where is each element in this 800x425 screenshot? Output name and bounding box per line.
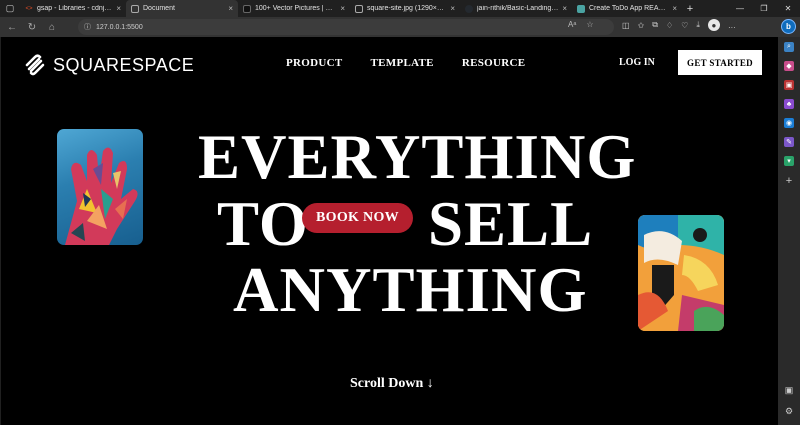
main-nav: PRODUCT TEMPLATE RESOURCE	[286, 57, 525, 69]
close-tab-icon[interactable]: ×	[340, 4, 345, 13]
browser-tab-bar: ▢ <> gsap - Libraries - cdnjs - The × Do…	[0, 0, 800, 17]
nav-resource[interactable]: RESOURCE	[462, 57, 526, 69]
designer-icon[interactable]: ▾	[784, 156, 794, 166]
url-text: 127.0.0.1:5500	[96, 23, 143, 31]
extensions-icon[interactable]: ♢	[666, 21, 673, 30]
login-link[interactable]: LOG IN	[619, 57, 655, 68]
page-icon	[131, 4, 139, 13]
address-field[interactable]: ⓘ 127.0.0.1:5500	[78, 19, 614, 35]
favorite-star-icon[interactable]: ☆	[586, 20, 593, 29]
abstract-art-image	[638, 215, 724, 331]
window-controls: — ❐ ✕	[728, 0, 800, 17]
code-icon: <>	[25, 5, 33, 12]
search-sidebar-icon[interactable]: ⌕	[784, 42, 794, 52]
browser-tab[interactable]: jain-rithik/Basic-Landing-Pa ×	[460, 0, 572, 17]
logo-text: SQUARESPACE	[53, 54, 195, 75]
browser-tab[interactable]: Create ToDo App README ×	[572, 0, 682, 17]
tab-title: Document	[143, 5, 175, 12]
browser-essentials-icon[interactable]: ♡	[681, 21, 688, 30]
download-icon[interactable]: ⤓	[696, 20, 700, 30]
tab-title: square-site.jpg (1290×700)	[367, 5, 447, 12]
tools-icon[interactable]: ▣	[784, 80, 794, 90]
info-icon[interactable]: ⓘ	[84, 22, 91, 32]
back-icon[interactable]: ←	[2, 17, 22, 37]
home-icon[interactable]: ⌂	[42, 17, 62, 37]
site-logo[interactable]: SQUARESPACE	[23, 53, 194, 77]
address-tools: Aᵃ ☆	[568, 20, 593, 29]
squarespace-logo-icon	[25, 54, 45, 76]
browser-tab[interactable]: <> gsap - Libraries - cdnjs - The ×	[20, 0, 126, 17]
hero-line-2-end: SELL	[428, 189, 594, 259]
readme-icon	[577, 4, 585, 13]
games-icon[interactable]: ♣	[784, 99, 794, 109]
office-icon[interactable]: ◉	[784, 118, 794, 128]
close-tab-icon[interactable]: ×	[116, 4, 121, 13]
tab-title: jain-rithik/Basic-Landing-Pa	[477, 5, 559, 12]
get-started-button[interactable]: GET STARTED	[678, 50, 762, 75]
favorites-icon[interactable]: ✩	[638, 21, 645, 30]
address-bar-row: ← ↻ ⌂ ⓘ 127.0.0.1:5500 Aᵃ ☆ ◫ ✩ ⧉ ♢ ♡ ⤓ …	[0, 17, 800, 37]
tab-title: Create ToDo App README	[589, 5, 669, 12]
github-icon	[465, 4, 473, 13]
shopping-icon[interactable]: ◆	[784, 61, 794, 71]
hero-line-1: EVERYTHING	[198, 122, 637, 192]
new-tab-button[interactable]: +	[682, 3, 698, 15]
close-tab-icon[interactable]: ×	[228, 4, 233, 13]
browser-tab[interactable]: square-site.jpg (1290×700) ×	[350, 0, 460, 17]
tab-actions-icon[interactable]: ▢	[0, 0, 20, 17]
scroll-down-link[interactable]: Scroll Down ↓	[350, 376, 434, 392]
book-now-button[interactable]: BOOK NOW	[302, 203, 413, 233]
hide-sidebar-icon[interactable]: ▣	[785, 385, 794, 396]
drop-icon[interactable]: ✎	[784, 137, 794, 147]
restore-icon[interactable]: ❐	[752, 0, 776, 17]
painted-hand-image	[57, 129, 143, 245]
minimize-icon[interactable]: —	[728, 0, 752, 17]
profile-avatar[interactable]: ●	[707, 19, 720, 31]
tab-title: gsap - Libraries - cdnjs - The	[37, 5, 113, 12]
add-sidebar-icon[interactable]: +	[786, 175, 792, 187]
browser-tab[interactable]: 100+ Vector Pictures | Dow ×	[238, 0, 350, 17]
page-icon	[355, 4, 363, 13]
nav-product[interactable]: PRODUCT	[286, 57, 343, 69]
sidebar-settings-icon[interactable]: ⚙	[785, 406, 793, 417]
hero-line-3: ANYTHING	[233, 255, 588, 325]
sidebar-bottom: ▣ ⚙	[778, 385, 800, 417]
more-menu-icon[interactable]: …	[728, 21, 736, 30]
read-aloud-icon[interactable]: Aᵃ	[568, 20, 576, 29]
browser-tab-active[interactable]: Document ×	[126, 0, 238, 17]
copilot-icon[interactable]: b	[781, 19, 796, 34]
reload-icon[interactable]: ↻	[22, 17, 42, 37]
split-screen-icon[interactable]: ◫	[622, 21, 630, 30]
close-tab-icon[interactable]: ×	[450, 4, 455, 13]
toolbar-right: ◫ ✩ ⧉ ♢ ♡ ⤓ ● …	[622, 19, 736, 31]
collections-icon[interactable]: ⧉	[652, 20, 658, 30]
nav-template[interactable]: TEMPLATE	[371, 57, 434, 69]
tab-title: 100+ Vector Pictures | Dow	[255, 5, 337, 12]
close-window-icon[interactable]: ✕	[776, 0, 800, 17]
close-tab-icon[interactable]: ×	[562, 4, 567, 13]
web-page: SQUARESPACE PRODUCT TEMPLATE RESOURCE LO…	[1, 37, 778, 425]
close-tab-icon[interactable]: ×	[672, 4, 677, 13]
hero-line-2-start: TO	[217, 189, 309, 259]
browser-sidebar: ⌕ ◆ ▣ ♣ ◉ ✎ ▾ +	[778, 37, 800, 425]
vector-site-icon	[243, 4, 251, 13]
